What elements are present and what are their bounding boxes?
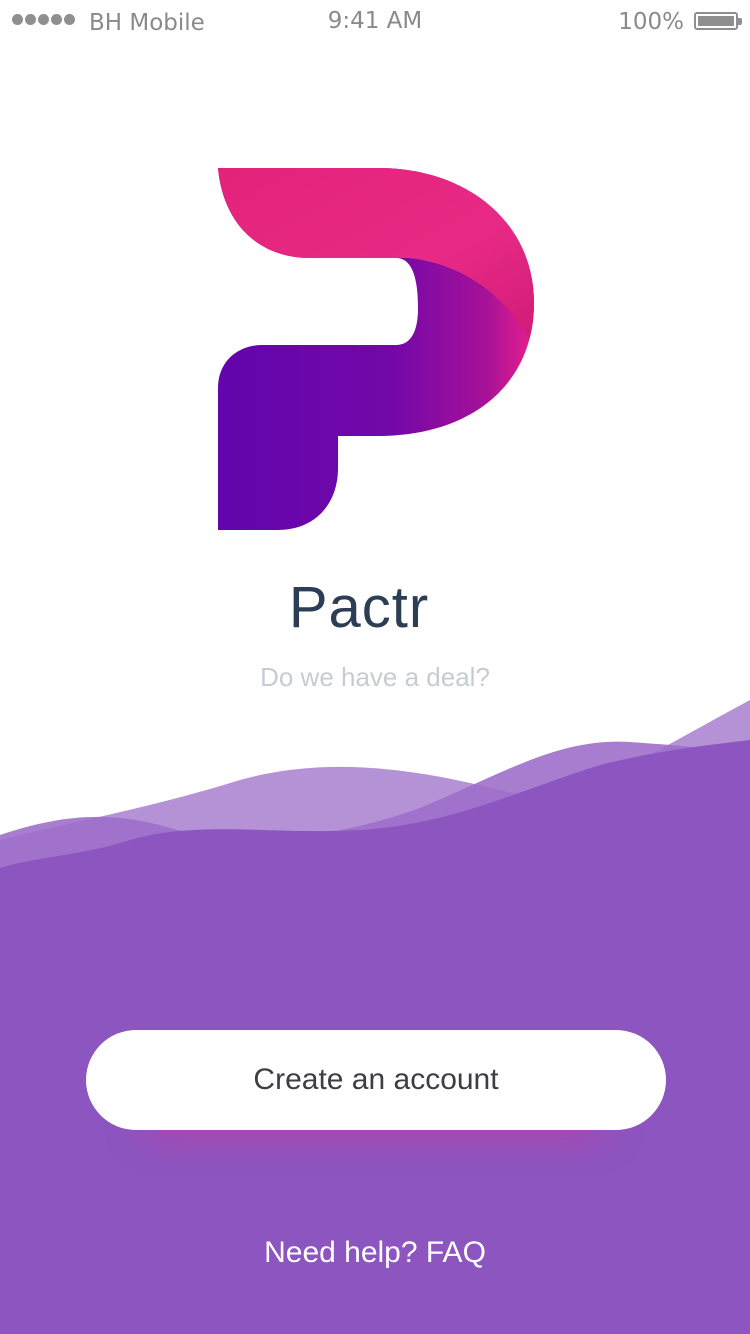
status-bar: BH Mobile 9:41 AM 100% bbox=[0, 0, 750, 44]
create-account-button[interactable]: Create an account bbox=[86, 1030, 666, 1130]
help-faq-link[interactable]: Need help? FAQ bbox=[0, 1236, 750, 1270]
app-title: Pactr bbox=[288, 575, 430, 640]
pactr-p-logo-icon bbox=[218, 168, 534, 530]
battery-percent: 100% bbox=[618, 9, 684, 35]
app-tagline: Do we have a deal? bbox=[260, 662, 490, 692]
battery-icon bbox=[694, 12, 742, 30]
